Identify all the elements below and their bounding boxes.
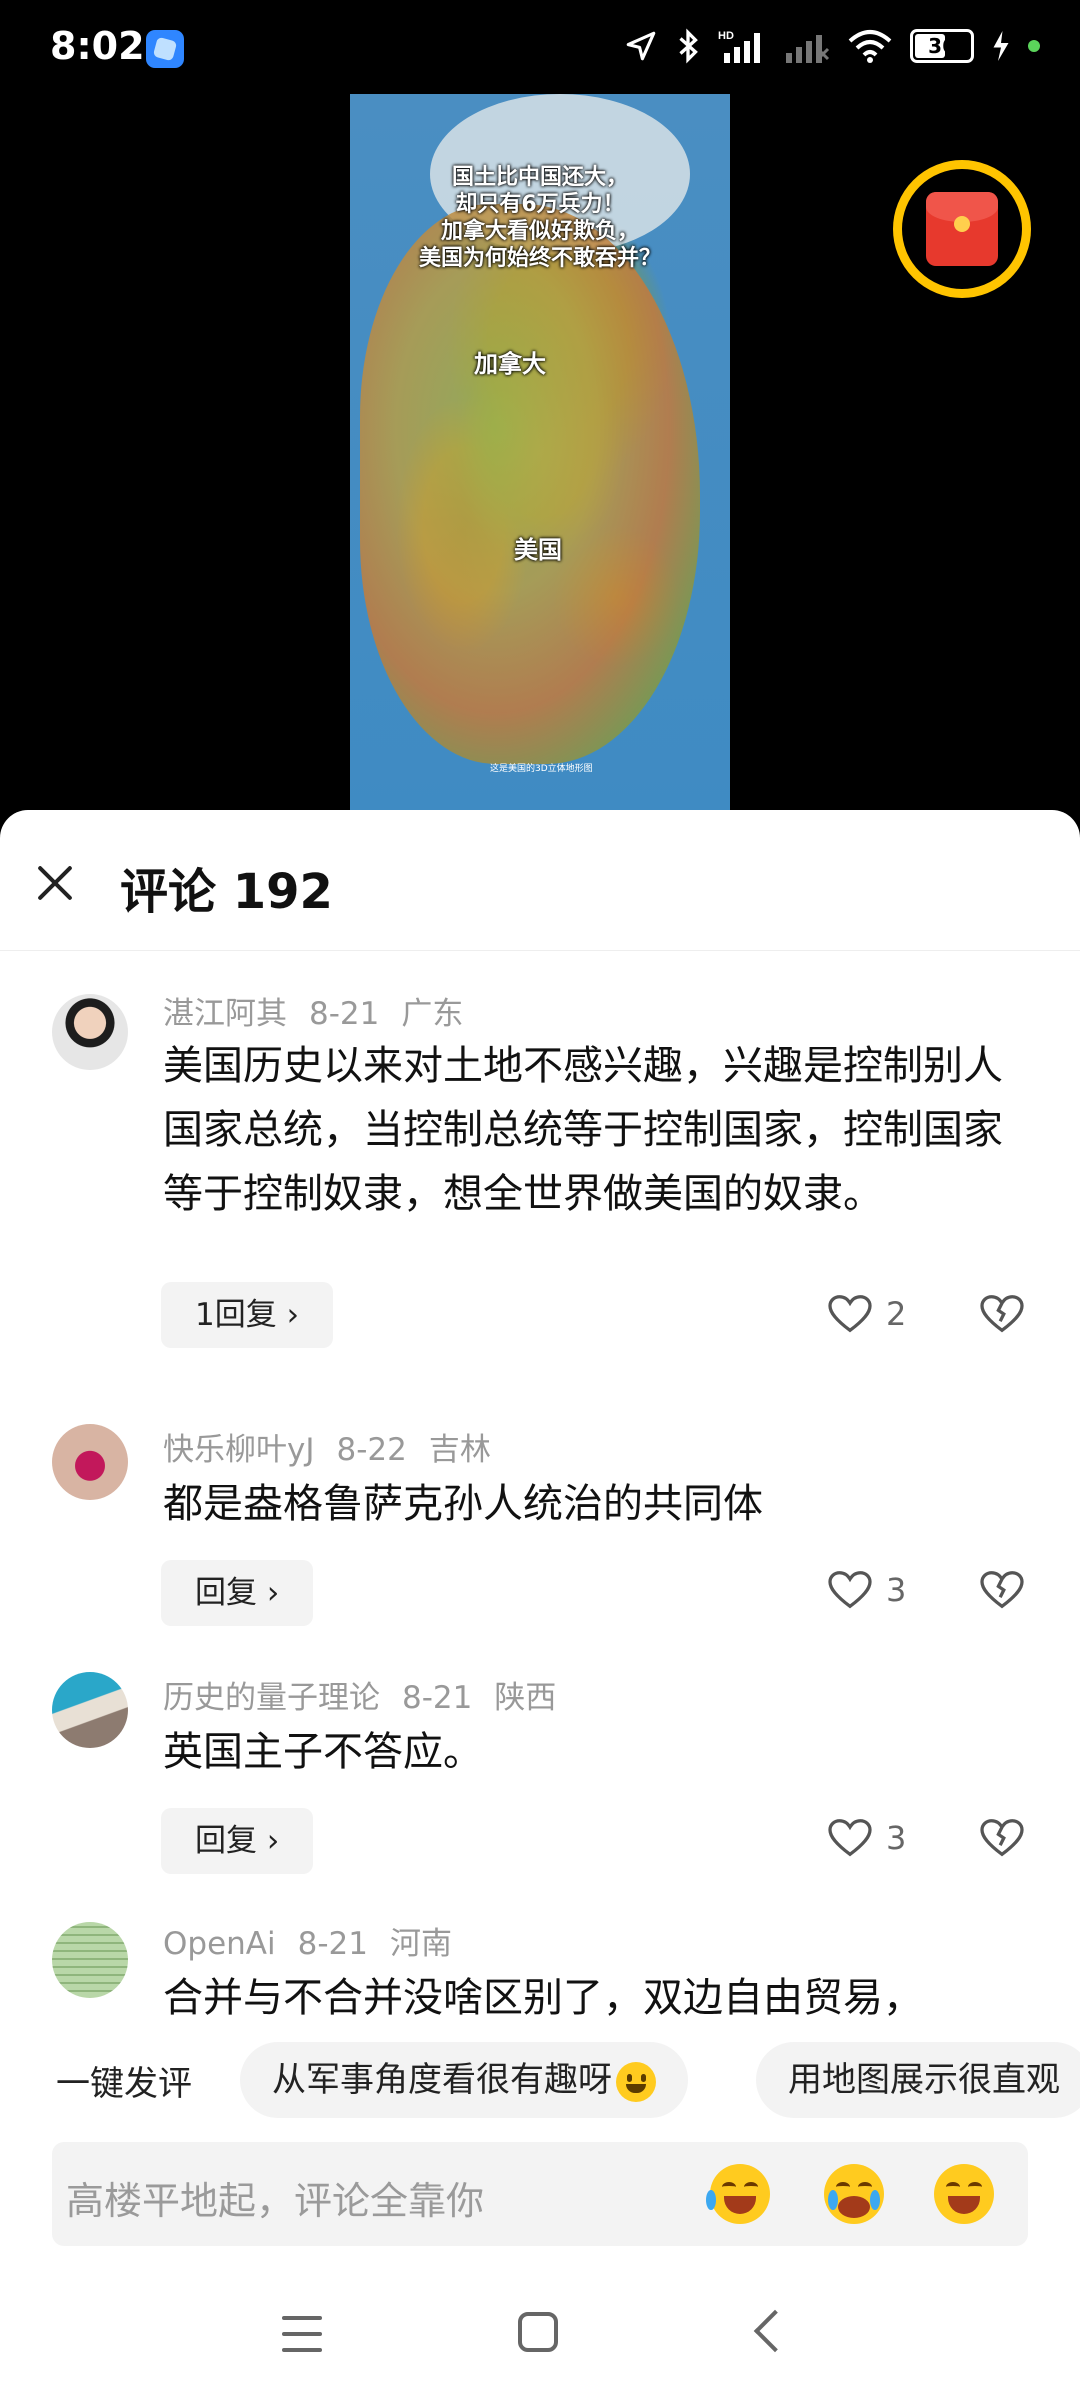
map-continent — [360, 204, 700, 764]
emoji-mouth — [948, 2196, 980, 2214]
reply-button[interactable]: 回复 › — [161, 1560, 314, 1626]
comment-location: 陕西 — [494, 1680, 557, 1716]
comment-date: 8-21 — [297, 1926, 368, 1962]
comment-meta: 快乐柳叶yJ 8-22 吉林 — [163, 1424, 513, 1469]
avatar[interactable] — [52, 994, 128, 1070]
emoji-eye — [744, 2182, 758, 2192]
comment-location: 河南 — [389, 1926, 452, 1962]
app-notification-icon — [146, 30, 184, 68]
comment-input[interactable]: 高楼平地起，评论全靠你 — [52, 2142, 1028, 2246]
signal-no-sim-icon — [786, 35, 830, 63]
emoji-tear — [828, 2190, 838, 2210]
video-footnote: 这是美国的3D立体地形图 — [490, 764, 593, 774]
battery-icon: 36 — [910, 29, 974, 63]
quick-comment-chip-label: 用地图展示很直观 — [788, 2060, 1060, 2100]
comment-username[interactable]: 快乐柳叶yJ — [163, 1432, 315, 1468]
red-envelope-icon — [926, 192, 998, 266]
quick-comment-chip[interactable]: 从军事角度看很有趣呀 — [240, 2042, 688, 2118]
video-caption: 国土比中国还大， 却只有6万兵力！ 加拿大看似好欺负， 美国为何始终不敢吞并？ — [418, 165, 661, 271]
reply-button[interactable]: 回复 › — [161, 1808, 314, 1874]
like-button[interactable]: 3 — [828, 1818, 906, 1858]
bluetooth-icon — [679, 28, 698, 64]
heart-icon — [828, 1295, 872, 1333]
comment-meta: 历史的量子理论 8-21 陕西 — [163, 1672, 578, 1717]
emoji-eye — [836, 2182, 850, 2192]
comment-meta: OpenAi 8-21 河南 — [163, 1918, 474, 1963]
comment-date: 8-21 — [402, 1680, 473, 1716]
home-icon[interactable] — [518, 2312, 558, 2352]
emoji-mouth — [838, 2196, 870, 2218]
menu-icon[interactable] — [282, 2316, 322, 2352]
emoji-eye — [968, 2182, 982, 2192]
comment-text[interactable]: 美国历史以来对土地不感兴趣，兴趣是控制别人国家总统，当控制总统等于控制国家，控制… — [163, 1034, 1023, 1226]
heart-icon — [828, 1571, 872, 1609]
emoji-eye — [946, 2182, 960, 2192]
comment-text[interactable]: 英国主子不答应。 — [163, 1720, 1023, 1784]
comment-location: 广东 — [401, 996, 464, 1032]
broken-heart-icon[interactable] — [980, 1294, 1024, 1334]
emoji-tear — [870, 2190, 880, 2210]
laughing-emoji-icon[interactable] — [706, 2164, 770, 2224]
heart-icon — [828, 1819, 872, 1857]
status-icons: HD 36 — [624, 28, 1040, 64]
emoji-tear — [706, 2190, 716, 2210]
charging-icon — [993, 31, 1009, 61]
like-count: 3 — [886, 1571, 907, 1609]
reply-button[interactable]: 1回复 › — [161, 1282, 333, 1348]
like-count: 2 — [886, 1295, 907, 1333]
comment-username[interactable]: 历史的量子理论 — [163, 1680, 380, 1716]
grinning-emoji-icon[interactable] — [934, 2164, 994, 2224]
comment-date: 8-22 — [336, 1432, 407, 1468]
smiley-emoji-icon — [616, 2061, 656, 2102]
emoji-eye — [722, 2182, 736, 2192]
comment-item: OpenAi 8-21 河南 合并与不合并没啥区别了，双边自由贸易， — [0, 1910, 1080, 2030]
comment-text[interactable]: 合并与不合并没啥区别了，双边自由贸易， — [163, 1966, 1023, 2030]
comment-username[interactable]: OpenAi — [163, 1926, 276, 1962]
clock: 8:02 — [50, 24, 145, 68]
close-icon[interactable] — [32, 860, 78, 906]
map-label-canada: 加拿大 — [474, 350, 546, 378]
comment-sheet-header: 评论 192 — [0, 810, 1080, 951]
emoji-mouth — [724, 2196, 756, 2214]
avatar[interactable] — [52, 1672, 128, 1748]
emoji-eye — [858, 2182, 872, 2192]
wifi-icon — [848, 30, 892, 63]
comment-location: 吉林 — [428, 1432, 491, 1468]
quick-comment-row: 一键发评 从军事角度看很有趣呀 用地图展示很直观 — [0, 2038, 1080, 2122]
avatar[interactable] — [52, 1424, 128, 1500]
quick-comment-chip[interactable]: 用地图展示很直观 — [756, 2042, 1080, 2118]
svg-text:HD: HD — [718, 30, 734, 42]
back-icon[interactable] — [753, 2309, 797, 2353]
like-count: 3 — [886, 1819, 907, 1857]
signal-icon: HD — [718, 30, 760, 63]
comment-username[interactable]: 湛江阿其 — [163, 996, 287, 1032]
crying-emoji-icon[interactable] — [824, 2164, 884, 2224]
system-nav-bar — [0, 2270, 1080, 2400]
comment-input-placeholder: 高楼平地起，评论全靠你 — [66, 2179, 485, 2223]
comment-count-title: 评论 192 — [120, 864, 333, 920]
broken-heart-icon[interactable] — [980, 1818, 1024, 1858]
comment-meta: 湛江阿其 8-21 广东 — [163, 988, 485, 1033]
video-player[interactable]: 国土比中国还大， 却只有6万兵力！ 加拿大看似好欺负， 美国为何始终不敢吞并？ … — [350, 94, 730, 812]
like-button[interactable]: 3 — [828, 1570, 906, 1610]
privacy-dot-icon — [1028, 40, 1040, 52]
comment-date: 8-21 — [309, 996, 380, 1032]
quick-comment-label: 一键发评 — [56, 2064, 192, 2104]
quick-comment-chip-label: 从军事角度看很有趣呀 — [272, 2060, 612, 2100]
status-bar: 8:02 HD 36 — [0, 0, 1080, 100]
avatar[interactable] — [52, 1922, 128, 1998]
like-button[interactable]: 2 — [828, 1294, 906, 1334]
broken-heart-icon[interactable] — [980, 1570, 1024, 1610]
comment-text[interactable]: 都是盎格鲁萨克孙人统治的共同体 — [163, 1472, 1023, 1536]
location-icon — [626, 31, 656, 61]
red-envelope-button[interactable] — [893, 160, 1031, 298]
map-label-usa: 美国 — [514, 536, 562, 564]
